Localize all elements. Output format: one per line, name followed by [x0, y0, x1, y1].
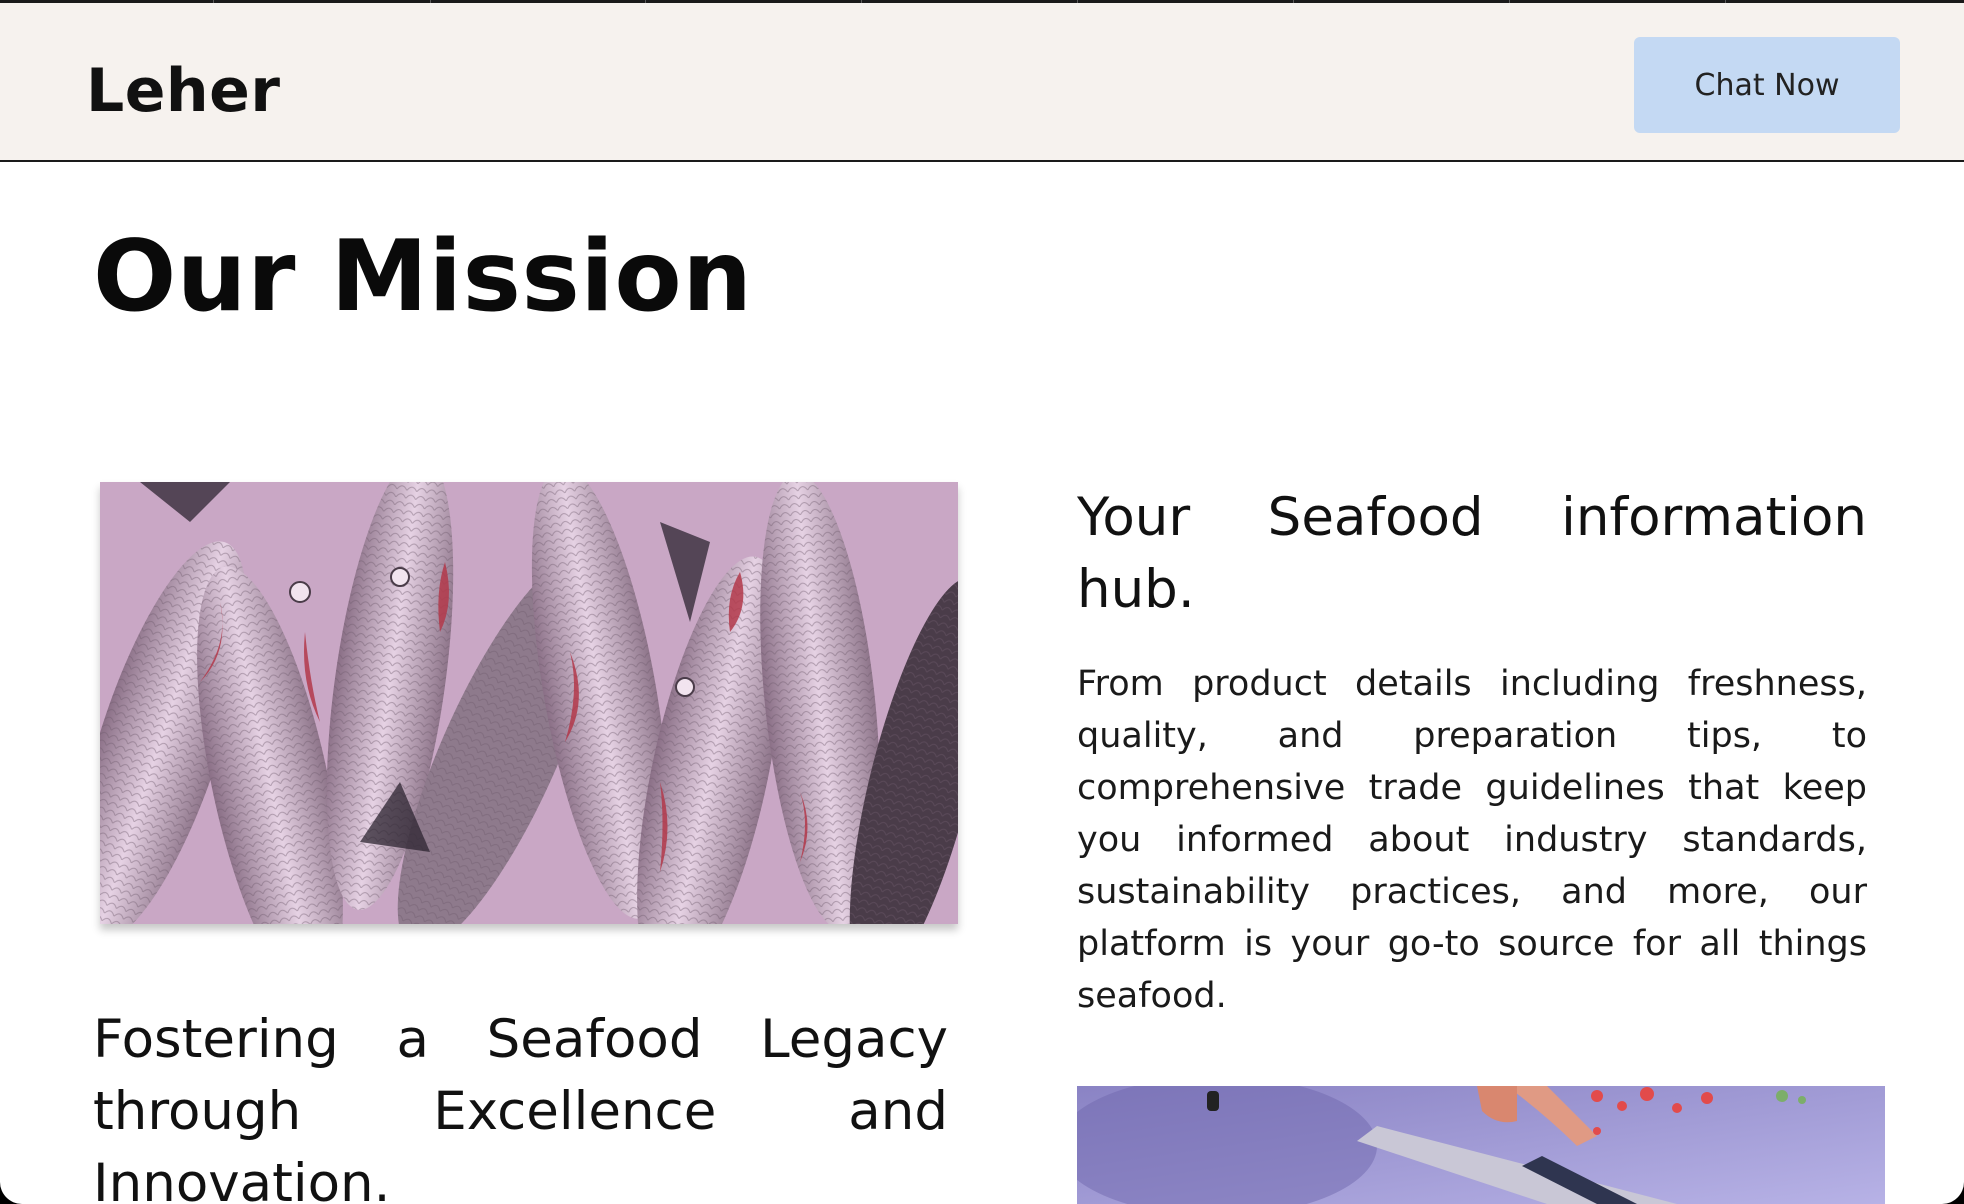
fish-pile-image [100, 482, 958, 924]
knife-cutting-image [1077, 1086, 1885, 1204]
legacy-heading: Fostering a Seafood Legacy through Excel… [93, 1009, 948, 1204]
info-hub-description: From product details including freshness… [1077, 664, 1867, 1016]
brand-logo[interactable]: Leher [86, 56, 280, 126]
info-hub-heading: Your Seafood information hub. [1077, 487, 1867, 620]
page-title: Our Mission [93, 220, 753, 334]
chat-now-button[interactable]: Chat Now [1634, 37, 1900, 133]
navbar: Leher Chat Now [0, 3, 1964, 162]
page-frame: Leher Chat Now Our Mission Fostering a S… [0, 0, 1964, 1204]
